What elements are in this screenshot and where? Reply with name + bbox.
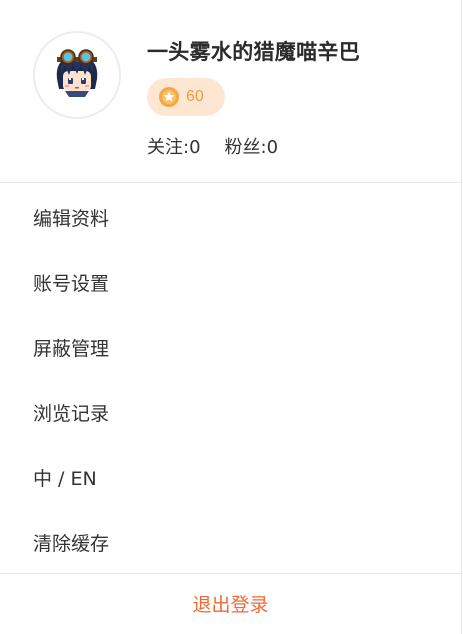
profile-header: 一头雾水的猎魔喵辛巴 60 关注:0 粉丝:0 bbox=[0, 0, 461, 183]
menu-item-clear-cache[interactable]: 清除缓存 bbox=[0, 510, 461, 575]
level-badge: 60 bbox=[147, 78, 225, 116]
logout-button[interactable]: 退出登录 bbox=[192, 590, 268, 617]
follow-stats: 关注:0 粉丝:0 bbox=[147, 133, 278, 159]
following-count[interactable]: 关注:0 bbox=[147, 133, 201, 159]
medal-icon bbox=[159, 87, 179, 107]
menu-item-account-settings[interactable]: 账号设置 bbox=[0, 250, 461, 315]
logout-section: 退出登录 bbox=[0, 573, 461, 634]
user-menu-panel: 一头雾水的猎魔喵辛巴 60 关注:0 粉丝:0 编辑资料 账号设置 屏蔽管理 浏… bbox=[0, 0, 462, 634]
menu-item-language[interactable]: 中 / EN bbox=[0, 445, 461, 510]
menu-item-edit-profile[interactable]: 编辑资料 bbox=[0, 185, 461, 250]
followers-count[interactable]: 粉丝:0 bbox=[225, 133, 279, 159]
menu-list: 编辑资料 账号设置 屏蔽管理 浏览记录 中 / EN 清除缓存 bbox=[0, 185, 461, 575]
username: 一头雾水的猎魔喵辛巴 bbox=[147, 40, 360, 64]
avatar[interactable] bbox=[33, 31, 121, 119]
level-number: 60 bbox=[186, 88, 204, 105]
menu-item-block-management[interactable]: 屏蔽管理 bbox=[0, 315, 461, 380]
menu-item-browse-history[interactable]: 浏览记录 bbox=[0, 380, 461, 445]
avatar-image bbox=[35, 33, 119, 117]
